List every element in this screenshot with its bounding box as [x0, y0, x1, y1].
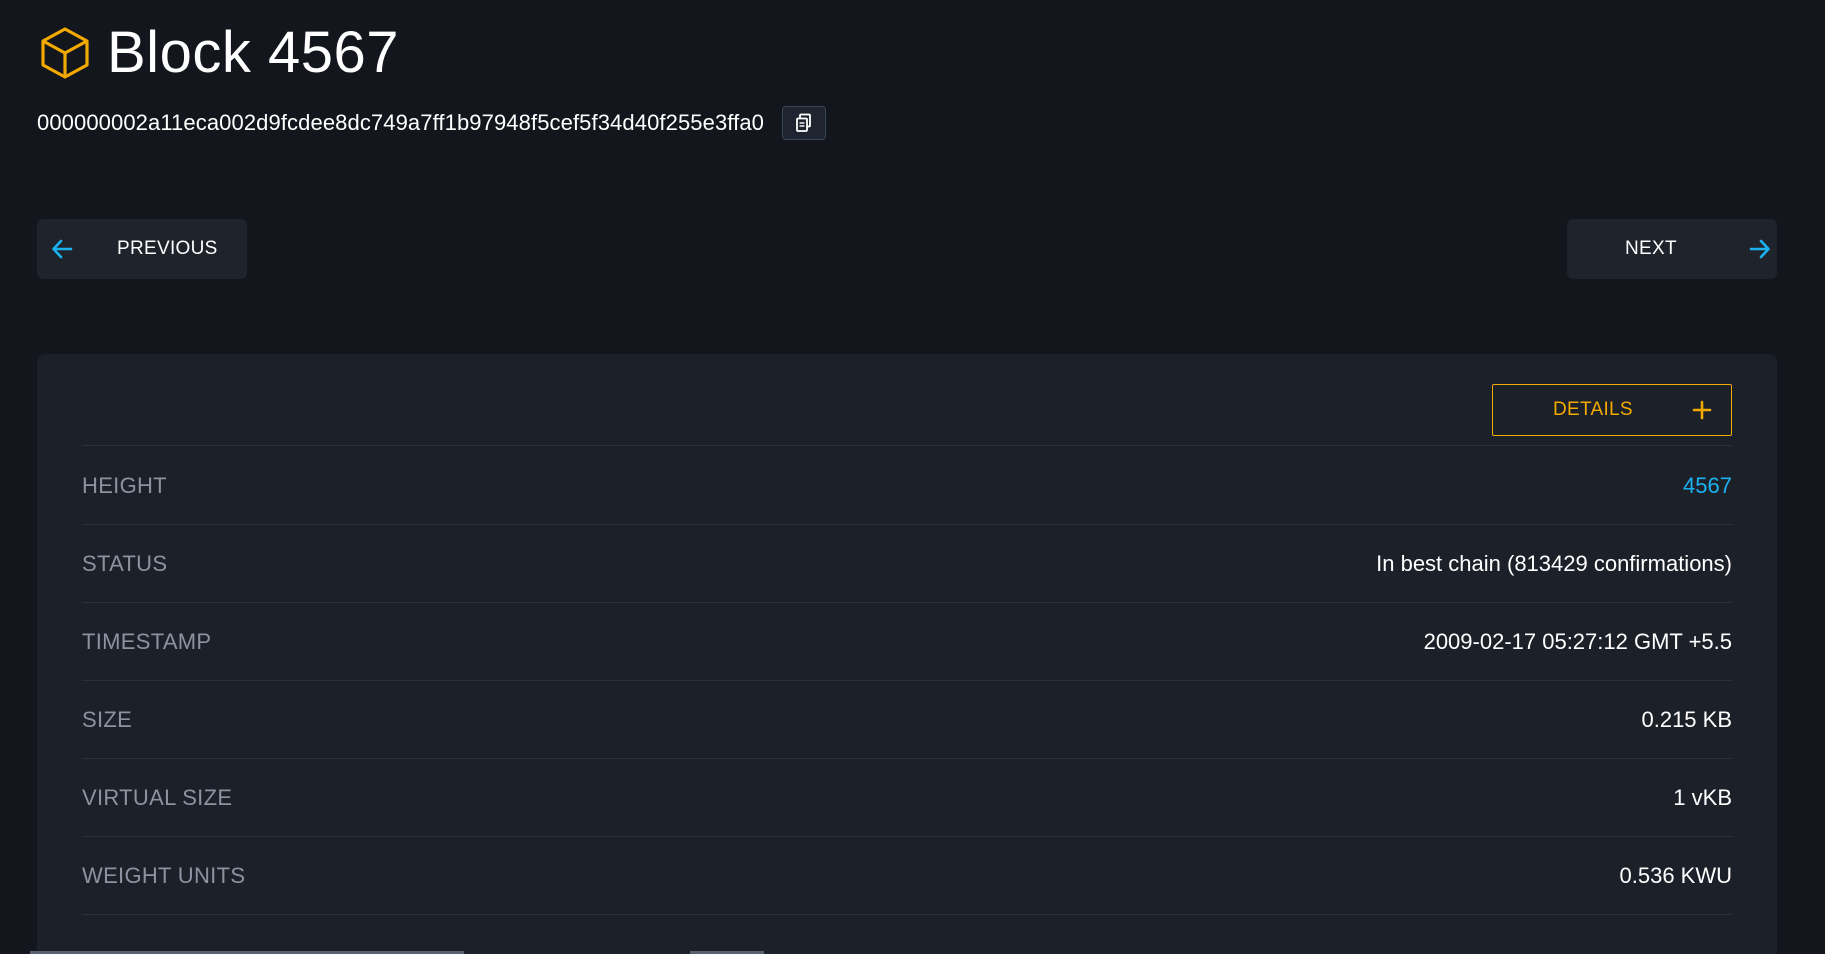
table-row-timestamp: TIMESTAMP 2009-02-17 05:27:12 GMT +5.5	[82, 603, 1732, 681]
table-row-size: SIZE 0.215 KB	[82, 681, 1732, 759]
plus-icon	[1691, 399, 1713, 421]
next-block-button[interactable]: NEXT	[1567, 219, 1777, 279]
row-label: SIZE	[82, 706, 133, 732]
table-row-status: STATUS In best chain (813429 confirmatio…	[82, 525, 1732, 603]
block-hash-row: 000000002a11eca002d9fcdee8dc749a7ff1b979…	[37, 106, 826, 140]
block-details-panel: DETAILS HEIGHT 4567 STATUS In best chain…	[37, 354, 1777, 954]
details-toggle-button[interactable]: DETAILS	[1492, 384, 1732, 436]
previous-block-button[interactable]: PREVIOUS	[37, 219, 247, 279]
page-header: Block 4567	[37, 24, 399, 82]
row-label: VIRTUAL SIZE	[82, 784, 233, 810]
copy-hash-button[interactable]	[782, 106, 826, 140]
arrow-left-icon	[49, 236, 75, 262]
row-value: 0.536 KWU	[1619, 862, 1733, 888]
table-row-virtual-size: VIRTUAL SIZE 1 vKB	[82, 759, 1732, 837]
row-label: WEIGHT UNITS	[82, 862, 246, 888]
row-value: 0.215 KB	[1641, 706, 1732, 732]
row-label: STATUS	[82, 550, 168, 576]
details-toolbar: DETAILS	[82, 354, 1732, 446]
row-label: HEIGHT	[82, 472, 167, 498]
next-label: NEXT	[1625, 238, 1677, 259]
details-label: DETAILS	[1553, 399, 1633, 420]
page-title: Block 4567	[107, 20, 399, 85]
row-label: TIMESTAMP	[82, 628, 212, 654]
block-info-table: HEIGHT 4567 STATUS In best chain (813429…	[82, 447, 1732, 915]
height-link[interactable]: 4567	[1683, 473, 1732, 499]
table-row-weight-units: WEIGHT UNITS 0.536 KWU	[82, 837, 1732, 915]
previous-label: PREVIOUS	[117, 238, 218, 259]
table-row-height: HEIGHT 4567	[82, 447, 1732, 525]
row-value: 1 vKB	[1673, 784, 1732, 810]
arrow-right-icon	[1747, 236, 1773, 262]
row-value: In best chain (813429 confirmations)	[1376, 550, 1732, 576]
cube-icon	[37, 25, 93, 81]
block-page: Block 4567 000000002a11eca002d9fcdee8dc7…	[0, 0, 1825, 954]
block-hash: 000000002a11eca002d9fcdee8dc749a7ff1b979…	[37, 110, 764, 135]
row-value: 2009-02-17 05:27:12 GMT +5.5	[1423, 628, 1732, 654]
copy-icon	[795, 113, 813, 133]
